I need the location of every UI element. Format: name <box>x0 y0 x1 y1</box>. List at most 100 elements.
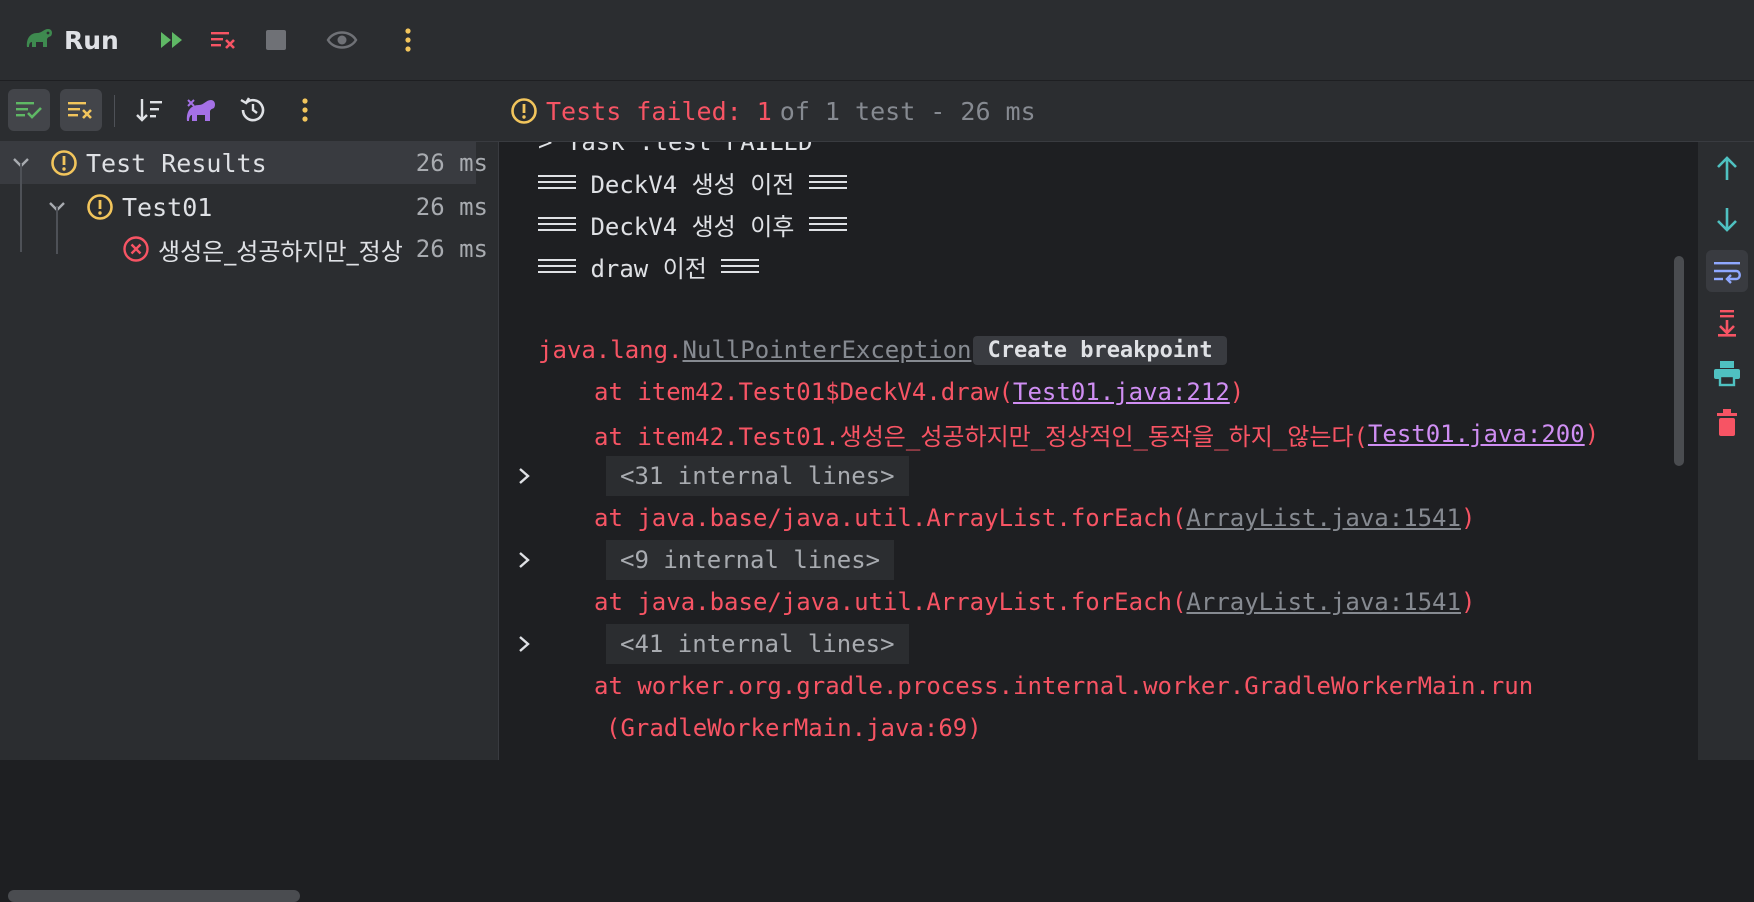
warning-icon <box>51 150 77 176</box>
tree-guide-line <box>56 206 58 254</box>
tree-node-test-results[interactable]: Test Results 26 ms <box>0 142 488 184</box>
soft-wrap-toggle[interactable] <box>1706 250 1748 292</box>
more-vertical-icon <box>302 98 308 122</box>
eye-icon <box>326 31 358 49</box>
expand-internal-button[interactable] <box>514 456 534 496</box>
internal-lines-fold[interactable]: <41 internal lines> <box>606 624 909 664</box>
create-breakpoint-button[interactable]: Create breakpoint <box>973 335 1227 365</box>
stack-frame-text: at item42.Test01.생성은_성공하지만_정상적인_동작을_하지_않… <box>594 422 1368 451</box>
gradle-icon <box>186 99 215 121</box>
exception-package: java.lang. <box>538 336 683 364</box>
chevron-right-icon <box>519 636 530 652</box>
tree-horizontal-scrollbar[interactable] <box>8 890 300 902</box>
test-history-button[interactable] <box>232 89 274 131</box>
arrow-down-icon <box>1717 208 1737 232</box>
tree-node-label: 생성은_성공하지만_정상 <box>158 237 403 266</box>
next-occurrence-button[interactable] <box>1706 198 1748 240</box>
show-passed-toggle[interactable] <box>8 89 50 131</box>
source-link[interactable]: Test01.java:200 <box>1368 420 1585 448</box>
stack-frame-text: at item42.Test01$DeckV4.draw( <box>594 378 1014 406</box>
stack-frame-close: ) <box>1460 588 1476 616</box>
console-side-toolbar <box>1698 142 1754 760</box>
stop-button[interactable] <box>256 20 296 60</box>
console-vertical-scrollbar[interactable] <box>1674 256 1684 466</box>
console-text: DeckV4 생성 이후 <box>590 212 795 241</box>
warning-icon <box>511 98 537 124</box>
tree-node-label: Test Results <box>86 148 267 178</box>
internal-lines-fold[interactable]: <31 internal lines> <box>606 456 909 496</box>
show-button[interactable] <box>322 20 362 60</box>
stop-icon <box>266 30 286 50</box>
stack-frame-close: ) <box>1584 420 1600 448</box>
clear-all-button[interactable] <box>1706 402 1748 444</box>
source-link[interactable]: Test01.java:212 <box>1013 378 1230 406</box>
run-tab[interactable]: Run <box>24 22 119 58</box>
stack-frame: at item42.Test01$DeckV4.draw(Test01.java… <box>594 372 1244 412</box>
printer-icon <box>1714 361 1740 387</box>
separator-glyph <box>538 259 576 273</box>
separator-glyph <box>808 217 847 231</box>
console-text: draw 이전 <box>590 254 707 283</box>
arrow-up-icon <box>1717 156 1737 180</box>
stack-frame: (GradleWorkerMain.java:69) <box>606 714 982 742</box>
console-output[interactable]: > Task :test FAILED DeckV4 생성 이전 DeckV4 … <box>504 142 1670 760</box>
console-line: > Task :test FAILED <box>538 142 813 156</box>
previous-occurrence-button[interactable] <box>1706 148 1748 190</box>
separator-glyph <box>538 175 576 189</box>
show-failed-icon <box>68 102 92 119</box>
print-button[interactable] <box>1706 352 1748 394</box>
source-link[interactable]: ArrayList.java:1541 <box>1186 588 1461 616</box>
rerun-failed-icon <box>211 32 235 49</box>
separator-glyph <box>538 217 576 231</box>
console-line: DeckV4 생성 이전 <box>538 162 847 202</box>
scroll-to-end-button[interactable] <box>1706 302 1748 344</box>
more-options-button[interactable] <box>388 20 428 60</box>
separator-glyph <box>808 175 847 189</box>
stack-frame-text: at java.base/java.util.ArrayList.forEach… <box>594 588 1187 616</box>
test-status-summary: Tests failed: 1 of 1 test - 26 ms <box>510 93 1036 129</box>
chevron-right-icon <box>519 468 530 484</box>
stack-frame: at java.base/java.util.ArrayList.forEach… <box>594 498 1475 538</box>
stack-frame-text: at java.base/java.util.ArrayList.forEach… <box>594 504 1187 532</box>
console-text: DeckV4 생성 이전 <box>590 170 795 199</box>
tree-node-time: 26 ms <box>415 193 488 221</box>
expand-internal-button[interactable] <box>514 624 534 664</box>
tree-node-time: 26 ms <box>415 235 488 263</box>
chevron-right-icon <box>519 552 530 568</box>
sort-button[interactable] <box>128 89 170 131</box>
sort-icon <box>136 99 162 122</box>
gradle-tasks-button[interactable] <box>180 89 222 131</box>
rerun-button[interactable] <box>152 20 192 60</box>
tree-node-test01[interactable]: Test01 26 ms <box>0 186 498 228</box>
tree-guide-line <box>20 164 22 252</box>
soft-wrap-icon <box>1714 262 1741 284</box>
toolbar-divider <box>114 95 115 127</box>
expand-internal-button[interactable] <box>514 540 534 580</box>
exception-line: java.lang. NullPointerException Create bre… <box>538 330 1227 370</box>
show-passed-icon <box>16 102 42 119</box>
show-ignored-toggle[interactable] <box>60 89 102 131</box>
stack-frame: at item42.Test01.생성은_성공하지만_정상적인_동작을_하지_않… <box>594 414 1599 454</box>
stack-frame-close: ) <box>1460 504 1476 532</box>
tree-node-test-method[interactable]: 생성은_성공하지만_정상 26 ms <box>0 228 498 270</box>
rerun-failed-button[interactable] <box>204 20 244 60</box>
console-line: DeckV4 생성 이후 <box>538 204 847 244</box>
stack-frame-close: ) <box>1229 378 1245 406</box>
rerun-icon <box>161 32 182 48</box>
tests-failed-text: Tests failed: 1 <box>546 96 772 126</box>
tests-summary-text: of 1 test - 26 ms <box>779 96 1036 126</box>
test-more-options-button[interactable] <box>284 89 326 131</box>
gradle-elephant-icon <box>24 25 54 55</box>
console-line: draw 이전 <box>538 246 760 286</box>
separator-glyph <box>721 259 760 273</box>
exception-class-link[interactable]: NullPointerException <box>683 336 972 364</box>
trash-icon <box>1717 409 1737 436</box>
internal-lines-fold[interactable]: <9 internal lines> <box>606 540 895 580</box>
error-circle-icon <box>123 236 149 262</box>
more-vertical-icon <box>405 28 411 52</box>
warning-icon <box>87 194 113 220</box>
test-tree-panel: Test Results 26 ms Test01 26 ms 생성은_성공하지… <box>0 142 499 902</box>
source-link[interactable]: ArrayList.java:1541 <box>1186 504 1461 532</box>
tree-node-time: 26 ms <box>415 149 488 177</box>
run-title: Run <box>64 25 119 55</box>
